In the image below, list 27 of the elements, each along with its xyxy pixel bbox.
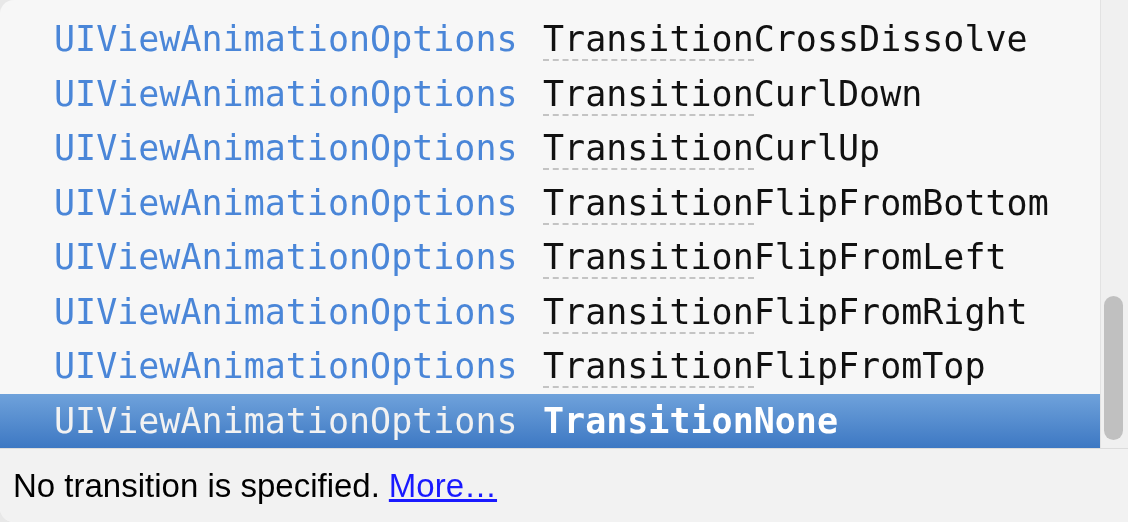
completion-name: TransitionCurlDown [543, 73, 923, 114]
scrollbar-thumb[interactable] [1104, 296, 1123, 440]
completion-item[interactable]: UIViewAnimationOptions TransitionFlipFromRight [0, 284, 1100, 339]
return-type: UIViewAnimationOptions [54, 19, 519, 60]
completion-name: TransitionCurlUp [543, 128, 881, 169]
more-link[interactable]: More… [388, 466, 498, 505]
completion-name: TransitionFlipFromRight [543, 291, 1028, 332]
completion-item[interactable]: UIViewAnimationOptions TransitionFlipFromTop [0, 339, 1100, 394]
return-type: UIViewAnimationOptions [54, 128, 519, 169]
return-type: UIViewAnimationOptions [54, 291, 519, 332]
return-type: UIViewAnimationOptions [54, 182, 519, 223]
completion-item[interactable]: UIViewAnimationOptions TransitionCrossDissolve [0, 12, 1100, 67]
scrollbar[interactable] [1100, 0, 1128, 448]
completion-item[interactable]: UIViewAnimationOptions TransitionCurlDown [0, 66, 1100, 121]
completion-item[interactable]: UIViewAnimationOptions TransitionFlipFromBottom [0, 175, 1100, 230]
completion-item[interactable]: UIViewAnimationOptions TransitionCurlUp [0, 121, 1100, 176]
completion-name: TransitionCrossDissolve [543, 19, 1028, 60]
completion-name: TransitionFlipFromLeft [543, 237, 1007, 278]
return-type: UIViewAnimationOptions [54, 346, 519, 387]
completion-item[interactable]: UIViewAnimationOptions TransitionFlipFromLeft [0, 230, 1100, 285]
completion-name: TransitionNone [543, 400, 838, 441]
return-type: UIViewAnimationOptions [54, 400, 519, 441]
completion-name: TransitionFlipFromTop [543, 346, 986, 387]
return-type: UIViewAnimationOptions [54, 237, 519, 278]
description-text: No transition is specified. [13, 466, 380, 505]
return-type: UIViewAnimationOptions [54, 73, 519, 114]
completion-name: TransitionFlipFromBottom [543, 182, 1049, 223]
